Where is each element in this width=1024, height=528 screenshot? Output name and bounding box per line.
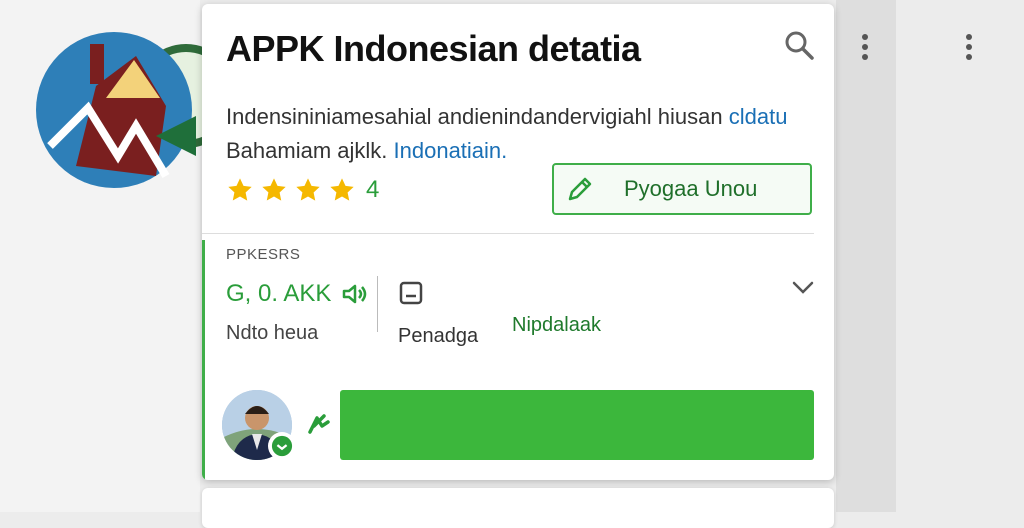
- package-sub: Penadga: [398, 325, 479, 347]
- star-icon: [228, 178, 252, 201]
- description-text: Indensininiamesahial andienindandervigia…: [226, 104, 723, 129]
- app-description: Indensininiamesahial andienindandervigia…: [226, 100, 816, 168]
- version-value: G, 0. AKK: [226, 280, 332, 307]
- section-accent-bar: [202, 240, 205, 480]
- background-panel-right: [836, 0, 896, 512]
- app-logo-icon: [36, 32, 204, 188]
- hiker-icon: [308, 414, 330, 434]
- version-info: G, 0. AKK Ndto heua: [226, 280, 369, 345]
- star-icon: [330, 178, 354, 201]
- rating-value: 4: [366, 176, 380, 203]
- app-detail-card: APPK Indonesian detatia Indensininiamesa…: [202, 4, 834, 480]
- avatar-badge: [268, 432, 296, 460]
- description-link[interactable]: cldatu: [729, 104, 788, 129]
- description-text: Bahamiam ajklk.: [226, 138, 388, 163]
- more-vert-icon[interactable]: [860, 32, 870, 62]
- divider: [202, 233, 814, 234]
- rating-stars: 4: [226, 176, 379, 204]
- document-icon: [399, 281, 423, 305]
- star-icon: [262, 178, 286, 201]
- edit-pencil-icon: [568, 177, 592, 201]
- app-title: APPK Indonesian detatia: [226, 28, 641, 69]
- next-card: [202, 488, 834, 528]
- version-sub: Ndto heua: [226, 322, 319, 344]
- description-link[interactable]: Indonatiain.: [394, 138, 508, 163]
- chat-bubble-icon: [271, 435, 293, 457]
- column-separator: [377, 276, 378, 332]
- more-vert-icon[interactable]: [964, 32, 974, 62]
- search-icon[interactable]: [784, 30, 814, 60]
- install-button[interactable]: [340, 390, 814, 460]
- primary-action-button[interactable]: Pyogaa Unou: [552, 163, 812, 215]
- speaker-icon: [343, 284, 367, 304]
- star-icon: [296, 178, 320, 201]
- detail-link[interactable]: Nipdalaak: [512, 314, 601, 337]
- chevron-down-icon[interactable]: [790, 274, 816, 300]
- package-info: Penadga: [398, 280, 478, 348]
- primary-action-label: Pyogaa Unou: [624, 176, 758, 201]
- section-label: PPKESRS: [226, 246, 301, 263]
